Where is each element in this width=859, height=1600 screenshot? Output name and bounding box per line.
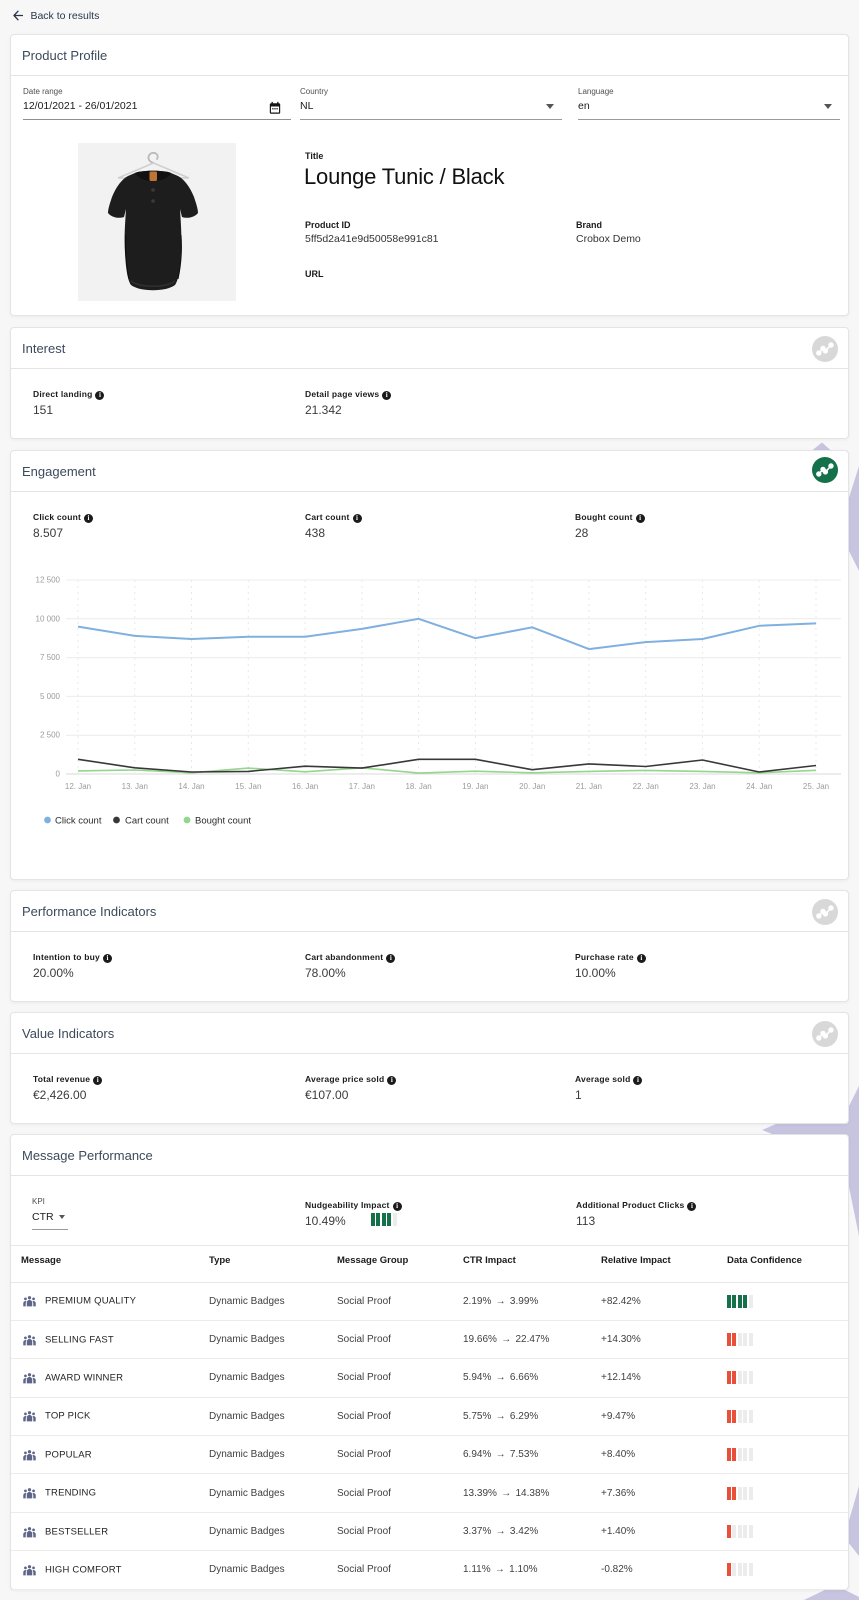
svg-text:17. Jan: 17. Jan <box>349 782 375 791</box>
svg-text:23. Jan: 23. Jan <box>689 782 715 791</box>
svg-text:13. Jan: 13. Jan <box>122 782 148 791</box>
svg-text:22. Jan: 22. Jan <box>633 782 659 791</box>
svg-text:24. Jan: 24. Jan <box>746 782 772 791</box>
svg-text:14. Jan: 14. Jan <box>178 782 204 791</box>
svg-text:25. Jan: 25. Jan <box>803 782 829 791</box>
svg-text:2 500: 2 500 <box>40 731 61 740</box>
svg-text:19. Jan: 19. Jan <box>462 782 488 791</box>
svg-text:10 000: 10 000 <box>36 614 61 623</box>
svg-text:0: 0 <box>56 770 61 779</box>
svg-text:Cart count: Cart count <box>125 816 169 827</box>
svg-text:Bought count: Bought count <box>195 816 251 827</box>
svg-text:Click count: Click count <box>55 816 102 827</box>
svg-text:12. Jan: 12. Jan <box>65 782 91 791</box>
svg-text:21. Jan: 21. Jan <box>576 782 602 791</box>
svg-text:5 000: 5 000 <box>40 692 61 701</box>
svg-text:15. Jan: 15. Jan <box>235 782 261 791</box>
svg-text:18. Jan: 18. Jan <box>405 782 431 791</box>
svg-text:12 500: 12 500 <box>36 576 61 585</box>
svg-text:16. Jan: 16. Jan <box>292 782 318 791</box>
svg-text:20. Jan: 20. Jan <box>519 782 545 791</box>
svg-text:7 500: 7 500 <box>40 653 61 662</box>
